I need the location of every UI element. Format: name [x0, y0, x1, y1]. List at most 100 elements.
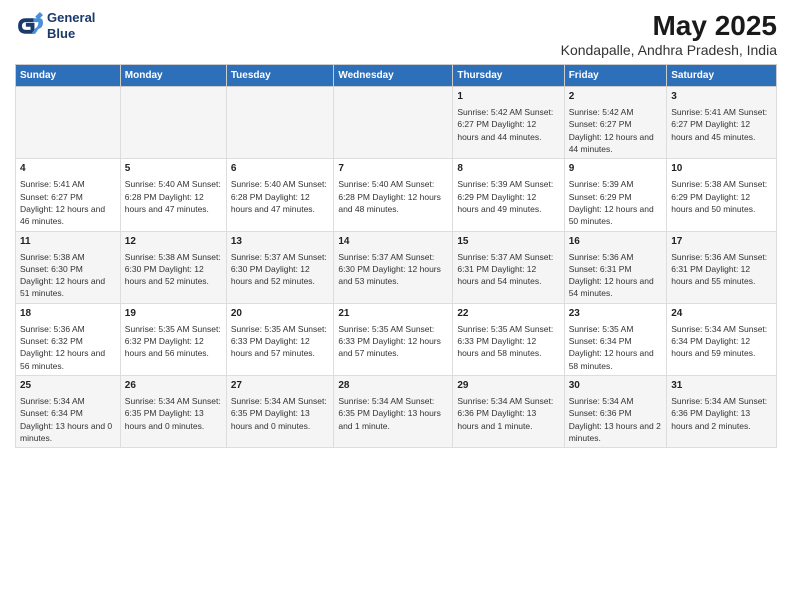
- day-number: 26: [125, 379, 222, 393]
- col-wednesday: Wednesday: [334, 65, 453, 87]
- page: General Blue May 2025 Kondapalle, Andhra…: [0, 0, 792, 612]
- calendar-header: Sunday Monday Tuesday Wednesday Thursday…: [16, 65, 777, 87]
- cell-w4-d6: 31 Sunrise: 5:34 AM Sunset: 6:36 PM Dayli…: [667, 376, 777, 448]
- day-number: 10: [671, 162, 772, 176]
- main-title: May 2025: [561, 10, 777, 42]
- logo-text-block: General Blue: [47, 10, 95, 41]
- day-info: Sunrise: 5:39 AM Sunset: 6:29 PM Dayligh…: [569, 178, 663, 227]
- day-number: 29: [457, 379, 559, 393]
- cell-w4-d4: 29Sunrise: 5:34 AM Sunset: 6:36 PM Dayli…: [453, 376, 564, 448]
- day-info: Sunrise: 5:42 AM Sunset: 6:27 PM Dayligh…: [457, 106, 559, 143]
- day-number: 16: [569, 235, 663, 249]
- day-info: Sunrise: 5:41 AM Sunset: 6:27 PM Dayligh…: [671, 106, 772, 143]
- day-number: 3: [671, 90, 772, 104]
- header: General Blue May 2025 Kondapalle, Andhra…: [15, 10, 777, 58]
- day-info: Sunrise: 5:40 AM Sunset: 6:28 PM Dayligh…: [338, 178, 448, 215]
- col-thursday: Thursday: [453, 65, 564, 87]
- day-number: 11: [20, 235, 116, 249]
- cell-w0-d4: 1 Sunrise: 5:42 AM Sunset: 6:27 PM Daylig…: [453, 87, 564, 159]
- cell-w3-d1: 19 Sunrise: 5:35 AM Sunset: 6:32 PM Dayli…: [120, 303, 226, 375]
- cell-w4-d0: 25Sunrise: 5:34 AM Sunset: 6:34 PM Dayli…: [16, 376, 121, 448]
- day-info: Sunrise: 5:34 AM Sunset: 6:35 PM Dayligh…: [231, 395, 330, 432]
- day-number: 2: [569, 90, 663, 104]
- cell-w1-d0: 4 Sunrise: 5:41 AM Sunset: 6:27 PM Daylig…: [16, 159, 121, 231]
- day-info: Sunrise: 5:35 AM Sunset: 6:33 PM Dayligh…: [338, 323, 448, 360]
- cell-w3-d0: 18 Sunrise: 5:36 AM Sunset: 6:32 PM Dayli…: [16, 303, 121, 375]
- cell-w2-d6: 17 Sunrise: 5:36 AM Sunset: 6:31 PM Dayli…: [667, 231, 777, 303]
- cell-w1-d5: 9Sunrise: 5:39 AM Sunset: 6:29 PM Daylig…: [564, 159, 667, 231]
- col-sunday: Sunday: [16, 65, 121, 87]
- day-info: Sunrise: 5:38 AM Sunset: 6:30 PM Dayligh…: [125, 251, 222, 288]
- logo-icon: [15, 12, 43, 40]
- cell-w4-d5: 30Sunrise: 5:34 AM Sunset: 6:36 PM Dayli…: [564, 376, 667, 448]
- col-saturday: Saturday: [667, 65, 777, 87]
- day-info: Sunrise: 5:38 AM Sunset: 6:29 PM Dayligh…: [671, 178, 772, 215]
- cell-w0-d6: 3 Sunrise: 5:41 AM Sunset: 6:27 PM Daylig…: [667, 87, 777, 159]
- day-info: Sunrise: 5:36 AM Sunset: 6:31 PM Dayligh…: [569, 251, 663, 300]
- day-info: Sunrise: 5:35 AM Sunset: 6:34 PM Dayligh…: [569, 323, 663, 372]
- col-tuesday: Tuesday: [226, 65, 334, 87]
- cell-w3-d2: 20Sunrise: 5:35 AM Sunset: 6:33 PM Dayli…: [226, 303, 334, 375]
- day-info: Sunrise: 5:34 AM Sunset: 6:35 PM Dayligh…: [338, 395, 448, 432]
- day-info: Sunrise: 5:36 AM Sunset: 6:32 PM Dayligh…: [20, 323, 116, 372]
- cell-w1-d1: 5Sunrise: 5:40 AM Sunset: 6:28 PM Daylig…: [120, 159, 226, 231]
- day-info: Sunrise: 5:41 AM Sunset: 6:27 PM Dayligh…: [20, 178, 116, 227]
- day-info: Sunrise: 5:42 AM Sunset: 6:27 PM Dayligh…: [569, 106, 663, 155]
- col-friday: Friday: [564, 65, 667, 87]
- day-info: Sunrise: 5:34 AM Sunset: 6:35 PM Dayligh…: [125, 395, 222, 432]
- day-number: 12: [125, 235, 222, 249]
- cell-w4-d1: 26 Sunrise: 5:34 AM Sunset: 6:35 PM Dayli…: [120, 376, 226, 448]
- logo-line2: Blue: [47, 26, 95, 42]
- day-number: 21: [338, 307, 448, 321]
- day-info: Sunrise: 5:36 AM Sunset: 6:31 PM Dayligh…: [671, 251, 772, 288]
- day-info: Sunrise: 5:34 AM Sunset: 6:34 PM Dayligh…: [671, 323, 772, 360]
- day-number: 14: [338, 235, 448, 249]
- cell-w4-d2: 27 Sunrise: 5:34 AM Sunset: 6:35 PM Dayli…: [226, 376, 334, 448]
- day-info: Sunrise: 5:37 AM Sunset: 6:30 PM Dayligh…: [231, 251, 330, 288]
- day-number: 19: [125, 307, 222, 321]
- logo-line1: General: [47, 10, 95, 26]
- day-number: 4: [20, 162, 116, 176]
- day-info: Sunrise: 5:40 AM Sunset: 6:28 PM Dayligh…: [231, 178, 330, 215]
- cell-w0-d3: [334, 87, 453, 159]
- header-row: Sunday Monday Tuesday Wednesday Thursday…: [16, 65, 777, 87]
- week-row-0: 1 Sunrise: 5:42 AM Sunset: 6:27 PM Daylig…: [16, 87, 777, 159]
- cell-w3-d5: 23Sunrise: 5:35 AM Sunset: 6:34 PM Dayli…: [564, 303, 667, 375]
- day-number: 27: [231, 379, 330, 393]
- cell-w2-d1: 12 Sunrise: 5:38 AM Sunset: 6:30 PM Dayli…: [120, 231, 226, 303]
- cell-w3-d6: 24 Sunrise: 5:34 AM Sunset: 6:34 PM Dayli…: [667, 303, 777, 375]
- day-info: Sunrise: 5:35 AM Sunset: 6:32 PM Dayligh…: [125, 323, 222, 360]
- day-info: Sunrise: 5:37 AM Sunset: 6:31 PM Dayligh…: [457, 251, 559, 288]
- day-info: Sunrise: 5:35 AM Sunset: 6:33 PM Dayligh…: [231, 323, 330, 360]
- day-number: 17: [671, 235, 772, 249]
- cell-w0-d0: [16, 87, 121, 159]
- cell-w2-d2: 13Sunrise: 5:37 AM Sunset: 6:30 PM Dayli…: [226, 231, 334, 303]
- cell-w1-d6: 10 Sunrise: 5:38 AM Sunset: 6:29 PM Dayli…: [667, 159, 777, 231]
- cell-w2-d3: 14Sunrise: 5:37 AM Sunset: 6:30 PM Dayli…: [334, 231, 453, 303]
- cell-w0-d2: [226, 87, 334, 159]
- cell-w1-d3: 7 Sunrise: 5:40 AM Sunset: 6:28 PM Daylig…: [334, 159, 453, 231]
- day-number: 24: [671, 307, 772, 321]
- day-number: 7: [338, 162, 448, 176]
- day-info: Sunrise: 5:34 AM Sunset: 6:36 PM Dayligh…: [671, 395, 772, 432]
- day-number: 18: [20, 307, 116, 321]
- cell-w3-d4: 22Sunrise: 5:35 AM Sunset: 6:33 PM Dayli…: [453, 303, 564, 375]
- week-row-4: 25Sunrise: 5:34 AM Sunset: 6:34 PM Dayli…: [16, 376, 777, 448]
- day-number: 6: [231, 162, 330, 176]
- day-number: 31: [671, 379, 772, 393]
- day-number: 22: [457, 307, 559, 321]
- calendar-body: 1 Sunrise: 5:42 AM Sunset: 6:27 PM Daylig…: [16, 87, 777, 448]
- day-number: 30: [569, 379, 663, 393]
- day-info: Sunrise: 5:38 AM Sunset: 6:30 PM Dayligh…: [20, 251, 116, 300]
- cell-w1-d2: 6 Sunrise: 5:40 AM Sunset: 6:28 PM Daylig…: [226, 159, 334, 231]
- logo: General Blue: [15, 10, 95, 41]
- cell-w2-d0: 11 Sunrise: 5:38 AM Sunset: 6:30 PM Dayli…: [16, 231, 121, 303]
- col-monday: Monday: [120, 65, 226, 87]
- day-number: 15: [457, 235, 559, 249]
- week-row-3: 18 Sunrise: 5:36 AM Sunset: 6:32 PM Dayli…: [16, 303, 777, 375]
- cell-w2-d4: 15 Sunrise: 5:37 AM Sunset: 6:31 PM Dayli…: [453, 231, 564, 303]
- cell-w0-d1: [120, 87, 226, 159]
- day-number: 5: [125, 162, 222, 176]
- day-info: Sunrise: 5:34 AM Sunset: 6:34 PM Dayligh…: [20, 395, 116, 444]
- day-number: 1: [457, 90, 559, 104]
